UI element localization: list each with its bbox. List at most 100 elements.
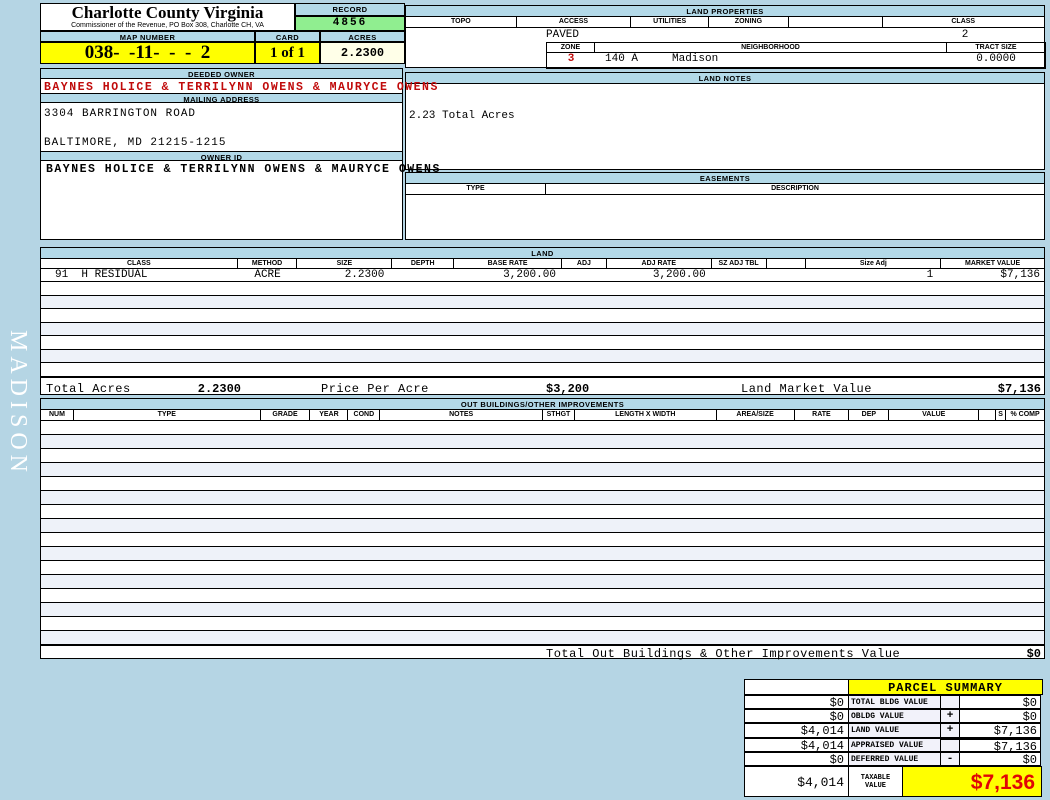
land-empty-rows — [41, 282, 1044, 377]
deeded-owner-value: BAYNES HOLICE & TERRILYNN OWENS & MAURYC… — [44, 81, 439, 94]
ob-empty-row — [41, 603, 1044, 617]
land-empty-row — [41, 282, 1044, 296]
land-method: ACRE — [254, 269, 281, 281]
summary-row-land: $4,014 LAND VALUE + $7,136 — [744, 723, 1045, 739]
summary-row-label: APPRAISED VALUE — [848, 738, 941, 752]
mailing-address-block: 3304 BARRINGTON ROAD BALTIMORE, MD 21215… — [41, 103, 402, 151]
summary-left-value: $4,014 — [744, 738, 849, 753]
acres-label: ACRES — [320, 31, 405, 42]
summary-right-value: $0 — [959, 709, 1041, 724]
ob-col-spacer — [979, 410, 997, 420]
ob-empty-row — [41, 547, 1044, 561]
zone-label: ZONE — [547, 43, 595, 52]
land-empty-row — [41, 322, 1044, 336]
land-note-text: 2.23 Total Acres — [409, 110, 515, 122]
land-sz-adj-tbl — [712, 269, 767, 281]
ob-empty-row — [41, 421, 1044, 435]
address-line2: BALTIMORE, MD 21215-1215 — [44, 137, 227, 149]
land-market-value: $7,136 — [1000, 269, 1041, 281]
record-value: 4856 — [295, 16, 405, 31]
summary-row-label: LAND VALUE — [848, 723, 941, 738]
ob-empty-row — [41, 533, 1044, 547]
land-data-row: 91 H RESIDUAL ACRE 2.2300 3,200.00 3,200… — [41, 269, 1044, 282]
summary-right-value: $0 — [959, 752, 1041, 767]
land-table-title: LAND — [41, 248, 1044, 259]
summary-operator — [940, 738, 960, 752]
ob-col-sthgt: STHGT — [543, 410, 575, 420]
taxable-label-line2: VALUE — [864, 782, 886, 790]
summary-row-obldg: $0 OBLDG VALUE + $0 — [744, 709, 1045, 724]
ob-col-notes: NOTES — [380, 410, 543, 420]
ob-empty-row — [41, 449, 1044, 463]
acres-value: 2.2300 — [320, 42, 405, 64]
taxable-value-label: TAXABLE VALUE — [848, 766, 903, 797]
land-col-method: METHOD — [238, 259, 298, 268]
summary-left-value: $4,014 — [744, 723, 849, 738]
land-notes-panel: LAND NOTES 2.23 Total Acres — [405, 72, 1045, 170]
ob-empty-row — [41, 617, 1044, 631]
land-col-base-rate: BASE RATE — [454, 259, 562, 268]
col-access: ACCESS — [517, 17, 632, 27]
summary-blank-cell — [744, 679, 849, 695]
class-value: 2 — [961, 29, 969, 41]
map-number-label: MAP NUMBER — [40, 31, 255, 42]
ob-col-grade: GRADE — [261, 410, 311, 420]
ob-empty-row — [41, 477, 1044, 491]
land-spacer — [767, 269, 807, 281]
summary-row-total-bldg: $0 TOTAL BLDG VALUE $0 — [744, 695, 1045, 710]
easement-description-label: DESCRIPTION — [771, 185, 819, 192]
col-utilities: UTILITIES — [631, 17, 710, 27]
summary-row-appraised: $4,014 APPRAISED VALUE $7,136 — [744, 738, 1045, 754]
land-empty-row — [41, 349, 1044, 363]
land-size-adj: 1 — [926, 269, 934, 281]
out-buildings-title: OUT BUILDINGS/OTHER IMPROVEMENTS — [41, 399, 1044, 410]
district-watermark: MADISON — [5, 330, 31, 478]
map-number-value: 038- -11- - - 2 — [40, 42, 255, 64]
ob-col-s: S — [996, 410, 1007, 420]
land-totals-row: Total Acres 2.2300 Price Per Acre $3,200… — [41, 376, 1044, 397]
land-empty-row — [41, 309, 1044, 323]
owner-panel: DEEDED OWNER BAYNES HOLICE & TERRILYNN O… — [40, 68, 441, 240]
land-properties-panel: LAND PROPERTIES TOPO ACCESS UTILITIES ZO… — [405, 5, 1046, 69]
col-class: CLASS — [951, 18, 976, 25]
neighborhood-code: 140 A — [605, 53, 639, 65]
summary-operator: + — [940, 709, 960, 723]
summary-row-taxable: $4,014 TAXABLE VALUE $7,136 — [744, 766, 1045, 798]
summary-left-value: $0 — [744, 709, 849, 724]
ob-col-cond: COND — [348, 410, 381, 420]
ob-empty-row — [41, 491, 1044, 505]
card-label: CARD — [255, 31, 320, 42]
ob-col-length-width: LENGTH X WIDTH — [575, 410, 717, 420]
out-buildings-total-row: Total Out Buildings & Other Improvements… — [41, 645, 1044, 661]
land-col-sz-adj-tbl: SZ ADJ TBL — [712, 259, 767, 268]
summary-operator: + — [940, 723, 960, 738]
ob-empty-row — [41, 575, 1044, 589]
land-adj — [562, 269, 607, 281]
ob-empty-row — [41, 561, 1044, 575]
land-col-spacer — [767, 259, 807, 268]
ob-col-rate: RATE — [795, 410, 850, 420]
record-label: RECORD — [295, 3, 405, 16]
ob-empty-row — [41, 589, 1044, 603]
ob-col-dep: DEP — [849, 410, 890, 420]
land-empty-row — [41, 336, 1044, 350]
ob-col-area-size: AREA/SIZE — [717, 410, 795, 420]
summary-operator — [940, 695, 960, 709]
owner-id-value: BAYNES HOLICE & TERRILYNN OWENS & MAURYC… — [46, 163, 441, 176]
summary-right-value: $7,136 — [959, 738, 1041, 754]
summary-right-value: $7,136 — [959, 723, 1041, 738]
easement-type-label: TYPE — [406, 184, 546, 194]
land-table: LAND CLASS METHOD SIZE DEPTH BASE RATE A… — [40, 247, 1045, 397]
easements-panel: EASEMENTS TYPE DESCRIPTION — [405, 172, 1045, 240]
easements-title: EASEMENTS — [406, 173, 1044, 184]
out-buildings-total-label: Total Out Buildings & Other Improvements… — [546, 647, 901, 661]
land-market-value-total: $7,136 — [997, 381, 1041, 396]
ob-empty-row — [41, 631, 1044, 645]
total-acres-value: 2.2300 — [197, 381, 241, 396]
ob-col-value: VALUE — [889, 410, 980, 420]
owner-id-label: OWNER ID — [41, 151, 402, 162]
out-buildings-empty-rows — [41, 421, 1044, 645]
land-size: 2.2300 — [344, 269, 385, 281]
land-adj-rate: 3,200.00 — [652, 269, 706, 281]
ob-col-num: NUM — [41, 410, 74, 420]
